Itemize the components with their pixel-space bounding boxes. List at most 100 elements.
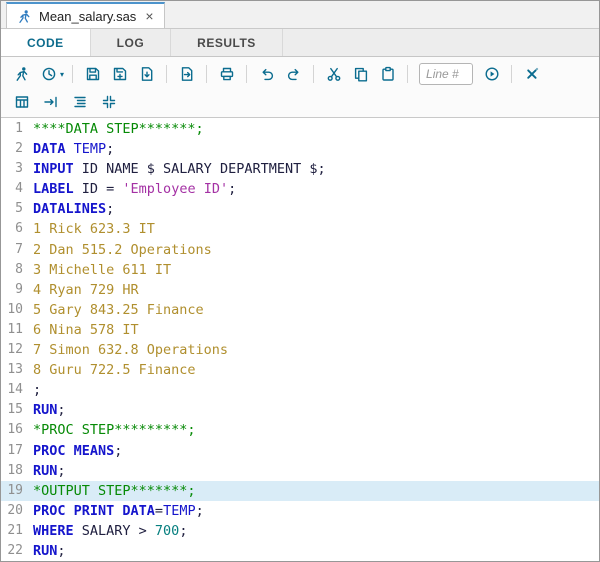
code-text: ;: [28, 380, 41, 400]
code-text: ****DATA STEP*******;: [28, 119, 204, 139]
code-text: 1 Rick 623.3 IT: [28, 219, 155, 239]
code-text: LABEL ID = 'Employee ID';: [28, 179, 236, 199]
line-number: 11: [1, 320, 28, 340]
view-tabstrip: CODE LOG RESULTS: [1, 29, 599, 57]
toolbar-row-1: ▾: [9, 59, 591, 89]
tab-code[interactable]: CODE: [1, 29, 91, 56]
code-line[interactable]: 14;: [1, 380, 599, 400]
code-text: DATALINES;: [28, 199, 114, 219]
paste-icon[interactable]: [375, 62, 400, 86]
toolbar-separator: [166, 65, 167, 83]
line-number: 22: [1, 541, 28, 561]
code-line[interactable]: 94 Ryan 729 HR: [1, 280, 599, 300]
line-number: 17: [1, 441, 28, 461]
goto-line-input[interactable]: [419, 63, 473, 85]
close-icon[interactable]: ×: [145, 9, 153, 23]
code-editor[interactable]: 1****DATA STEP*******;2DATA TEMP;3INPUT …: [1, 118, 599, 561]
code-text: 7 Simon 632.8 Operations: [28, 340, 228, 360]
code-line[interactable]: 61 Rick 623.3 IT: [1, 219, 599, 239]
code-line[interactable]: 105 Gary 843.25 Finance: [1, 300, 599, 320]
line-number: 5: [1, 199, 28, 219]
tab-results[interactable]: RESULTS: [171, 29, 283, 56]
code-line[interactable]: 2DATA TEMP;: [1, 139, 599, 159]
sas-program-icon: [17, 9, 32, 24]
line-number: 12: [1, 340, 28, 360]
line-number: 1: [1, 119, 28, 139]
line-number: 21: [1, 521, 28, 541]
line-number: 16: [1, 420, 28, 440]
export-icon[interactable]: [174, 62, 199, 86]
code-text: 2 Dan 515.2 Operations: [28, 240, 212, 260]
code-line[interactable]: 83 Michelle 611 IT: [1, 260, 599, 280]
code-line[interactable]: 20PROC PRINT DATA=TEMP;: [1, 501, 599, 521]
code-line[interactable]: 72 Dan 515.2 Operations: [1, 240, 599, 260]
undo-icon[interactable]: [254, 62, 279, 86]
save-as-icon[interactable]: [107, 62, 132, 86]
toolbar-separator: [206, 65, 207, 83]
code-text: PROC MEANS;: [28, 441, 122, 461]
code-line[interactable]: 1****DATA STEP*******;: [1, 119, 599, 139]
toolbar-separator: [313, 65, 314, 83]
run-icon[interactable]: [9, 62, 34, 86]
line-number: 8: [1, 260, 28, 280]
history-icon[interactable]: [36, 62, 61, 86]
document-tab-title: Mean_salary.sas: [39, 9, 136, 24]
sas-editor-window: Mean_salary.sas × CODE LOG RESULTS ▾ 1**…: [0, 0, 600, 562]
code-text: *PROC STEP*********;: [28, 420, 196, 440]
code-line[interactable]: 22RUN;: [1, 541, 599, 561]
code-text: *OUTPUT STEP*******;: [28, 481, 196, 501]
tab-log[interactable]: LOG: [91, 29, 172, 56]
toolbar-separator: [511, 65, 512, 83]
clear-code-icon[interactable]: [519, 62, 544, 86]
line-number: 20: [1, 501, 28, 521]
code-line[interactable]: 116 Nina 578 IT: [1, 320, 599, 340]
download-icon[interactable]: [134, 62, 159, 86]
save-icon[interactable]: [80, 62, 105, 86]
code-text: DATA TEMP;: [28, 139, 114, 159]
line-number: 14: [1, 380, 28, 400]
code-line[interactable]: 19*OUTPUT STEP*******;: [1, 481, 599, 501]
code-line[interactable]: 18RUN;: [1, 461, 599, 481]
code-text: 4 Ryan 729 HR: [28, 280, 139, 300]
code-text: 5 Gary 843.25 Finance: [28, 300, 204, 320]
code-line[interactable]: 21WHERE SALARY > 700;: [1, 521, 599, 541]
caret-down-icon[interactable]: ▾: [60, 70, 64, 79]
document-tab[interactable]: Mean_salary.sas ×: [6, 2, 165, 28]
code-line[interactable]: 15RUN;: [1, 400, 599, 420]
line-number: 7: [1, 240, 28, 260]
toolbar-separator: [407, 65, 408, 83]
indent-icon[interactable]: [38, 90, 63, 114]
toolbar-separator: [72, 65, 73, 83]
line-number: 13: [1, 360, 28, 380]
line-number: 4: [1, 179, 28, 199]
code-line[interactable]: 4LABEL ID = 'Employee ID';: [1, 179, 599, 199]
code-text: PROC PRINT DATA=TEMP;: [28, 501, 204, 521]
collapse-icon[interactable]: [96, 90, 121, 114]
format-code-icon[interactable]: [67, 90, 92, 114]
line-number: 2: [1, 139, 28, 159]
line-number: 3: [1, 159, 28, 179]
table-columns-icon[interactable]: [9, 90, 34, 114]
go-icon[interactable]: [479, 62, 504, 86]
code-line[interactable]: 17PROC MEANS;: [1, 441, 599, 461]
code-line[interactable]: 127 Simon 632.8 Operations: [1, 340, 599, 360]
code-line[interactable]: 16*PROC STEP*********;: [1, 420, 599, 440]
redo-icon[interactable]: [281, 62, 306, 86]
copy-icon[interactable]: [348, 62, 373, 86]
line-number: 9: [1, 280, 28, 300]
toolbar-row-2: [9, 89, 591, 115]
document-tab-bar: Mean_salary.sas ×: [1, 1, 599, 29]
print-icon[interactable]: [214, 62, 239, 86]
code-text: RUN;: [28, 400, 66, 420]
code-text: RUN;: [28, 541, 66, 561]
code-line[interactable]: 3INPUT ID NAME $ SALARY DEPARTMENT $;: [1, 159, 599, 179]
code-line[interactable]: 138 Guru 722.5 Finance: [1, 360, 599, 380]
code-text: 8 Guru 722.5 Finance: [28, 360, 196, 380]
line-number: 10: [1, 300, 28, 320]
code-text: 3 Michelle 611 IT: [28, 260, 171, 280]
code-text: 6 Nina 578 IT: [28, 320, 139, 340]
line-number: 19: [1, 481, 28, 501]
cut-icon[interactable]: [321, 62, 346, 86]
code-line[interactable]: 5DATALINES;: [1, 199, 599, 219]
code-text: RUN;: [28, 461, 66, 481]
